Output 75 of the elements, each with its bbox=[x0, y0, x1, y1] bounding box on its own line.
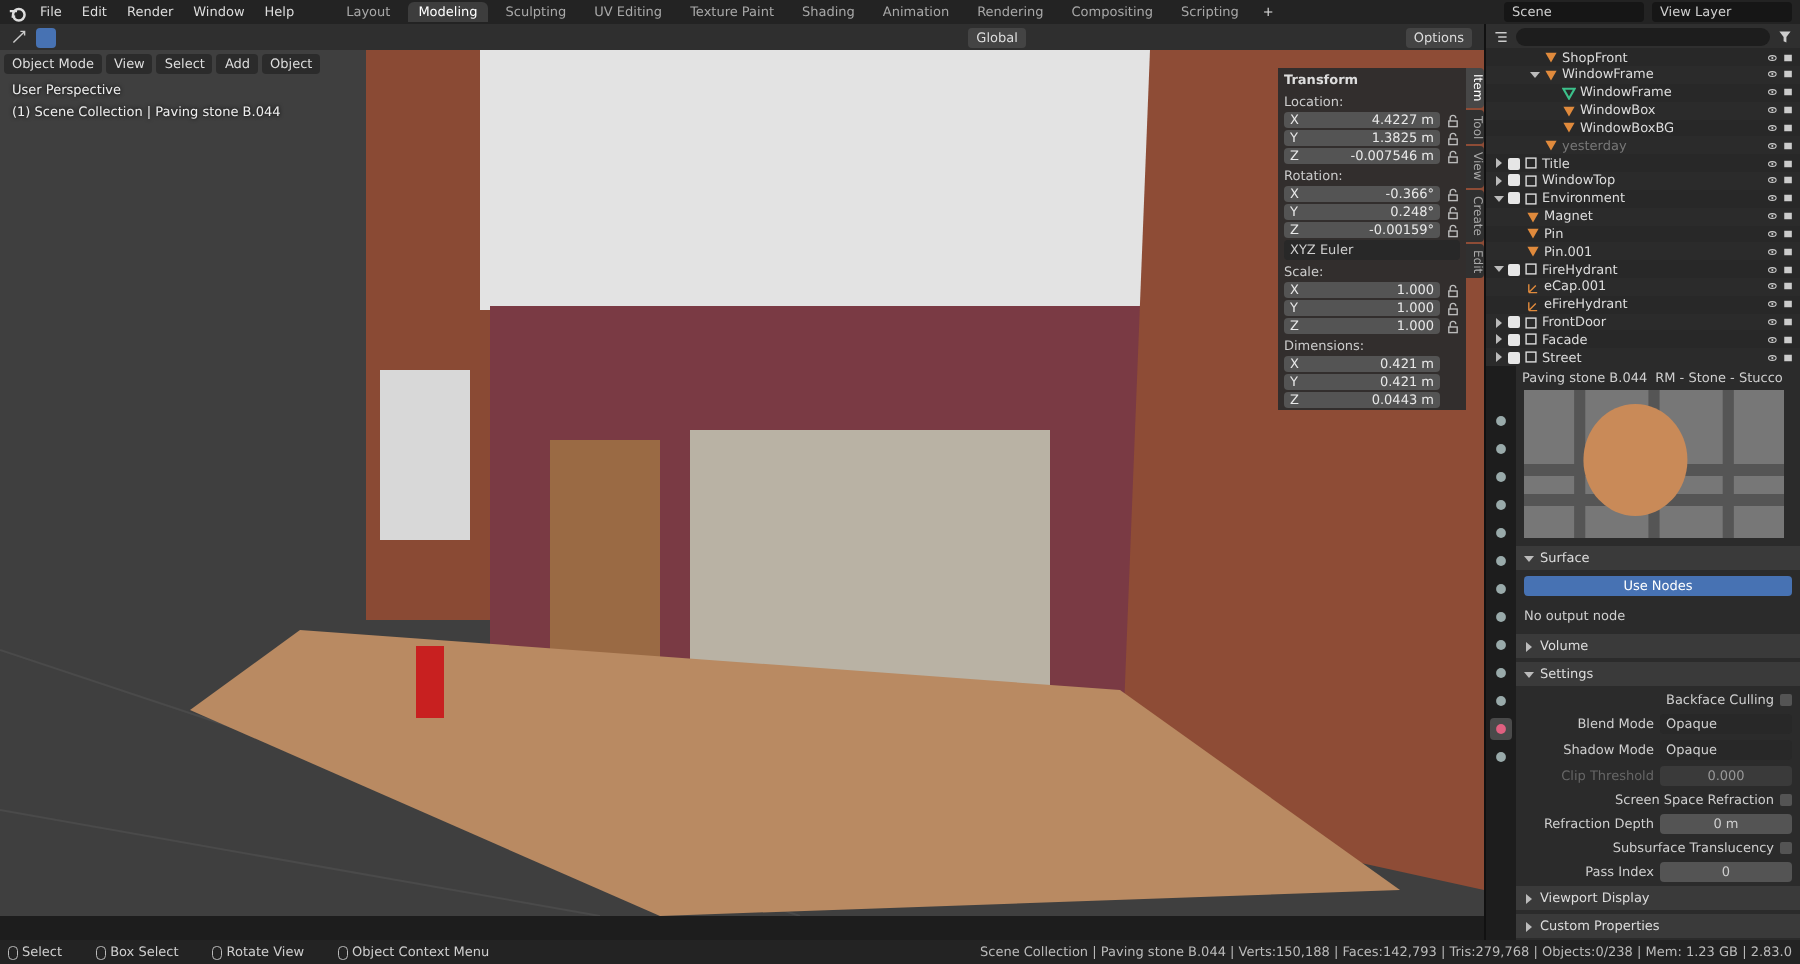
mouse-icon bbox=[96, 945, 107, 959]
lock-icon[interactable] bbox=[1446, 131, 1460, 145]
filter-icon[interactable] bbox=[1778, 29, 1792, 44]
collection-checkbox[interactable] bbox=[1508, 351, 1520, 364]
mouse-icon bbox=[338, 945, 349, 959]
expand-arrow-icon[interactable] bbox=[1494, 193, 1504, 204]
visibility-icons[interactable] bbox=[1768, 68, 1794, 81]
visibility-icons[interactable] bbox=[1768, 316, 1794, 329]
properties-tab[interactable] bbox=[1490, 746, 1512, 768]
visibility-icons[interactable] bbox=[1768, 351, 1794, 364]
visibility-icons[interactable] bbox=[1768, 227, 1794, 240]
properties-tab[interactable] bbox=[1490, 718, 1512, 740]
checkbox[interactable] bbox=[1780, 693, 1792, 705]
visibility-icons[interactable] bbox=[1768, 333, 1794, 346]
expand-arrow-icon bbox=[1524, 641, 1534, 651]
visibility-icons[interactable] bbox=[1768, 104, 1794, 117]
collection-checkbox[interactable] bbox=[1508, 192, 1520, 205]
lock-icon[interactable] bbox=[1446, 319, 1460, 333]
lock-icon[interactable] bbox=[1446, 187, 1460, 201]
collection-checkbox[interactable] bbox=[1508, 174, 1520, 187]
lock-icon[interactable] bbox=[1446, 301, 1460, 315]
properties-tab[interactable] bbox=[1490, 662, 1512, 684]
collection-checkbox[interactable] bbox=[1508, 263, 1520, 276]
properties-tab[interactable] bbox=[1490, 578, 1512, 600]
lock-icon[interactable] bbox=[1446, 223, 1460, 237]
mouse-icon bbox=[212, 945, 223, 959]
expand-arrow-icon bbox=[1524, 553, 1534, 563]
visibility-icons[interactable] bbox=[1768, 298, 1794, 311]
collection-checkbox[interactable] bbox=[1508, 333, 1520, 346]
properties-tab[interactable] bbox=[1490, 634, 1512, 656]
mouse-icon bbox=[8, 945, 18, 959]
collection-checkbox[interactable] bbox=[1508, 316, 1520, 329]
visibility-icons[interactable] bbox=[1768, 174, 1794, 187]
visibility-icons[interactable] bbox=[1768, 210, 1794, 223]
expand-arrow-icon[interactable] bbox=[1494, 175, 1504, 186]
visibility-icons[interactable] bbox=[1768, 139, 1794, 152]
expand-arrow-icon[interactable] bbox=[1494, 317, 1504, 328]
expand-arrow-icon bbox=[1524, 669, 1534, 679]
visibility-icons[interactable] bbox=[1768, 121, 1794, 134]
properties-tab[interactable] bbox=[1490, 550, 1512, 572]
properties-tab[interactable] bbox=[1490, 410, 1512, 432]
checkbox[interactable] bbox=[1780, 841, 1792, 853]
checkbox[interactable] bbox=[1780, 793, 1792, 805]
visibility-icons[interactable] bbox=[1768, 86, 1794, 99]
expand-arrow-icon[interactable] bbox=[1494, 352, 1504, 363]
visibility-icons[interactable] bbox=[1768, 192, 1794, 205]
lock-icon[interactable] bbox=[1446, 113, 1460, 127]
lock-icon[interactable] bbox=[1446, 149, 1460, 163]
transform-icon[interactable] bbox=[12, 30, 26, 44]
expand-arrow-icon bbox=[1524, 921, 1534, 931]
properties-tab[interactable] bbox=[1490, 494, 1512, 516]
expand-arrow-icon[interactable] bbox=[1530, 69, 1540, 80]
expand-arrow-icon[interactable] bbox=[1494, 264, 1504, 275]
collection-checkbox[interactable] bbox=[1508, 157, 1520, 170]
properties-tab[interactable] bbox=[1490, 438, 1512, 460]
lock-icon[interactable] bbox=[1446, 205, 1460, 219]
visibility-icons[interactable] bbox=[1768, 157, 1794, 170]
properties-tab[interactable] bbox=[1490, 522, 1512, 544]
empty-icon bbox=[1526, 279, 1540, 294]
visibility-icons[interactable] bbox=[1768, 51, 1794, 64]
mesh-icon bbox=[1562, 85, 1576, 100]
properties-tab[interactable] bbox=[1490, 466, 1512, 488]
properties-tab[interactable] bbox=[1490, 690, 1512, 712]
properties-tab[interactable] bbox=[1490, 606, 1512, 628]
visibility-icons[interactable] bbox=[1768, 245, 1794, 258]
empty-icon bbox=[1526, 297, 1540, 312]
visibility-icons[interactable] bbox=[1768, 263, 1794, 276]
select-tool-button[interactable] bbox=[36, 27, 57, 47]
expand-arrow-icon[interactable] bbox=[1494, 334, 1504, 345]
lock-icon[interactable] bbox=[1446, 283, 1460, 297]
collection-icon bbox=[1524, 262, 1538, 277]
visibility-icons[interactable] bbox=[1768, 280, 1794, 293]
expand-arrow-icon bbox=[1524, 893, 1534, 903]
expand-arrow-icon[interactable] bbox=[1494, 158, 1504, 169]
display-mode-icon[interactable] bbox=[1494, 29, 1508, 44]
